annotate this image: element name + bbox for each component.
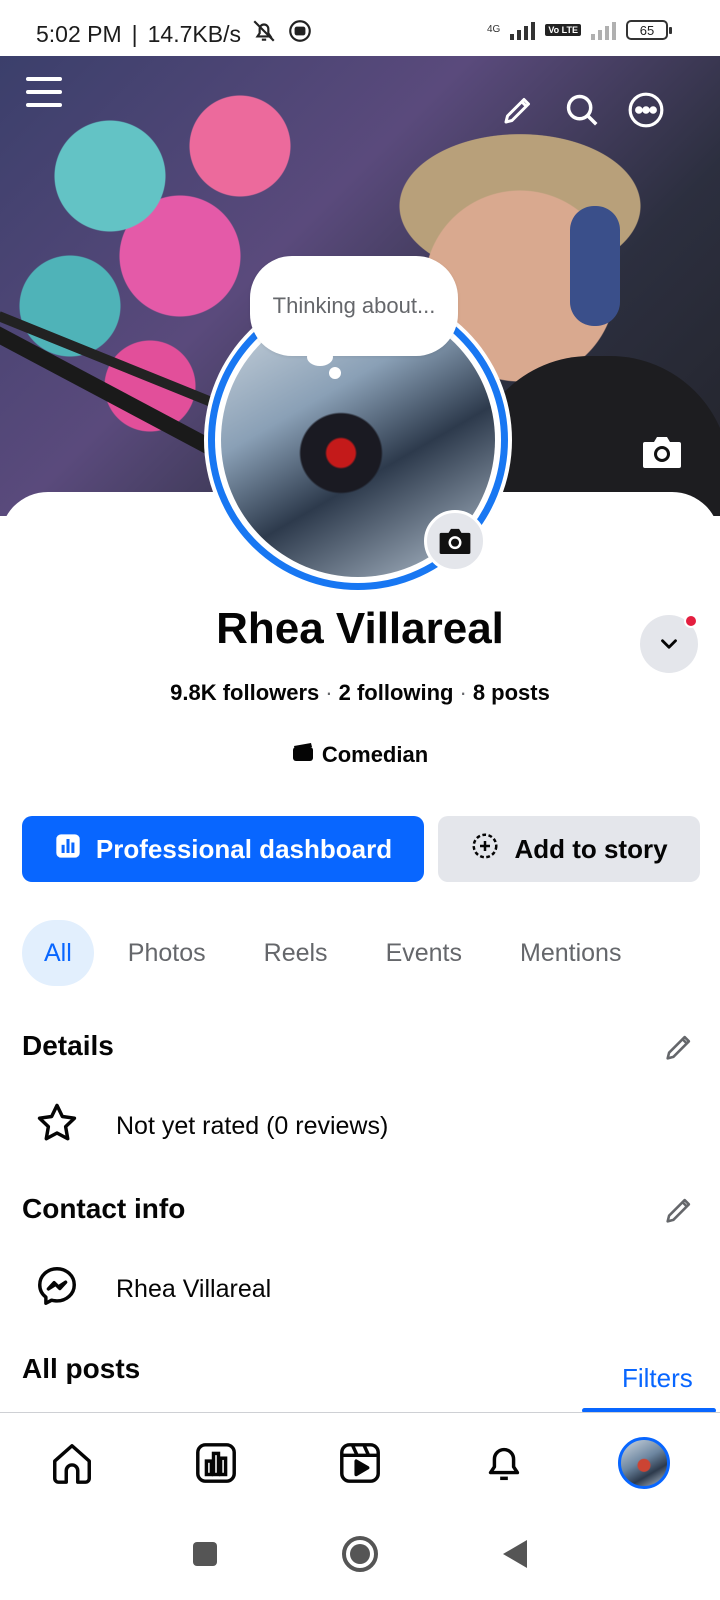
dashboard-icon	[54, 832, 82, 867]
rating-text: Not yet rated (0 reviews)	[116, 1112, 389, 1140]
profile-avatar[interactable]	[616, 1435, 672, 1491]
volte-badge: Vo LTE	[545, 24, 581, 36]
notification-dot	[684, 614, 698, 628]
messenger-icon	[34, 1263, 80, 1316]
following-count[interactable]: 2 following	[339, 680, 454, 705]
reels-icon[interactable]	[332, 1435, 388, 1491]
tab-all[interactable]: All	[22, 920, 94, 986]
professional-dashboard-button[interactable]: Professional dashboard	[22, 816, 424, 882]
signal-1-icon	[510, 20, 536, 40]
signal-2-icon	[591, 20, 616, 40]
dashboard-nav-icon[interactable]	[188, 1435, 244, 1491]
home-icon[interactable]	[44, 1435, 100, 1491]
messenger-name: Rhea Villareal	[116, 1275, 272, 1303]
status-net-speed: 14.7KB/s	[147, 20, 241, 47]
status-time: 5:02 PM	[36, 20, 122, 47]
messenger-row[interactable]: Rhea Villareal	[34, 1263, 271, 1316]
star-icon	[34, 1100, 80, 1153]
back-button[interactable]	[500, 1539, 530, 1569]
profile-avatar-image	[618, 1437, 670, 1489]
contact-info-title: Contact info	[22, 1193, 186, 1224]
search-icon[interactable]	[560, 88, 604, 132]
battery-icon: 65	[626, 20, 672, 40]
cover-headphones	[570, 206, 620, 326]
status-right: 4G Vo LTE 65	[486, 20, 672, 40]
all-posts-title: All posts	[22, 1353, 141, 1384]
tab-mentions[interactable]: Mentions	[502, 920, 639, 986]
screen-record-icon	[287, 18, 313, 50]
rating-row: Not yet rated (0 reviews)	[34, 1100, 388, 1153]
posts-count[interactable]: 8 posts	[473, 680, 550, 705]
recents-button[interactable]	[190, 1539, 220, 1569]
tab-photos[interactable]: Photos	[110, 920, 224, 986]
status-left: 5:02 PM | 14.7KB/s	[36, 18, 313, 50]
thought-dot	[307, 348, 333, 366]
status-separator: |	[131, 20, 138, 47]
status-bar: 5:02 PM | 14.7KB/s 4G Vo LTE 65	[0, 0, 720, 56]
profile-stats: 9.8K followers · 2 following · 8 posts	[0, 680, 720, 706]
system-nav	[0, 1513, 720, 1600]
details-title: Details	[22, 1030, 114, 1061]
network-type: 4G	[486, 24, 501, 35]
pencil-icon[interactable]	[496, 88, 540, 132]
profile-name: Rhea Villareal	[216, 604, 504, 653]
avatar-camera-icon[interactable]	[424, 510, 486, 572]
battery-level: 65	[639, 22, 655, 38]
hamburger-icon[interactable]	[22, 70, 66, 114]
profile-tabs: All Photos Reels Events Mentions	[22, 920, 639, 986]
tab-events[interactable]: Events	[368, 920, 480, 986]
stats-separator: ·	[459, 680, 467, 705]
professional-dashboard-label: Professional dashboard	[95, 833, 393, 864]
thought-bubble-text: Thinking about...	[272, 293, 436, 318]
filters-link[interactable]: Filters	[622, 1363, 693, 1394]
thought-dot-small	[329, 367, 341, 379]
category-label: Comedian	[321, 742, 429, 767]
profile-category: Comedian	[0, 742, 720, 768]
thought-bubble[interactable]: Thinking about...	[250, 256, 458, 356]
followers-count[interactable]: 9.8K followers	[170, 680, 319, 705]
clapperboard-icon	[292, 742, 314, 768]
cover-camera-icon[interactable]	[640, 432, 684, 472]
add-story-icon	[470, 831, 500, 868]
tab-reels[interactable]: Reels	[246, 920, 346, 986]
mute-bell-icon	[251, 18, 277, 50]
add-to-story-button[interactable]: Add to story	[438, 816, 700, 882]
edit-contact-icon[interactable]	[662, 1193, 696, 1232]
notifications-icon[interactable]	[476, 1435, 532, 1491]
more-icon[interactable]	[624, 88, 668, 132]
add-to-story-label: Add to story	[514, 833, 668, 864]
bottom-nav	[0, 1413, 720, 1513]
home-button[interactable]	[340, 1534, 380, 1574]
edit-details-icon[interactable]	[662, 1030, 696, 1069]
stats-separator: ·	[325, 680, 333, 705]
